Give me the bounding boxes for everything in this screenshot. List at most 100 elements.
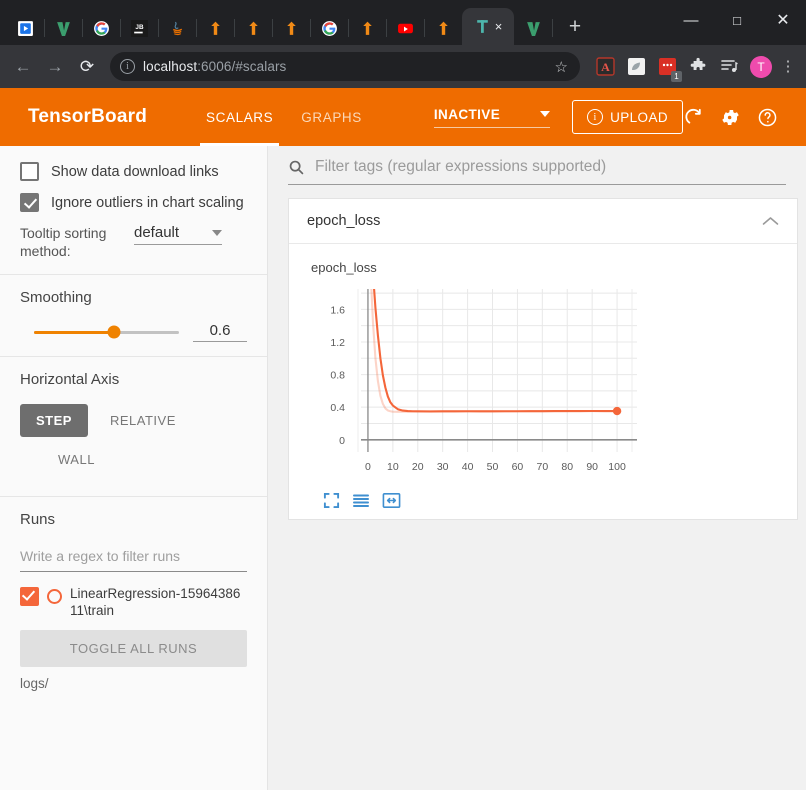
fit-domain-button[interactable] <box>382 492 401 509</box>
axis-option-wall[interactable]: WALL <box>42 443 111 476</box>
epoch-loss-chart[interactable]: 0 0.4 0.8 1.2 1.6 0 10 20 30 40 50 60 70 80 90 100 <box>307 281 647 486</box>
profile-avatar[interactable]: T <box>750 55 772 78</box>
smoothing-slider-fill <box>34 330 114 334</box>
browser-tab-10[interactable] <box>348 11 387 45</box>
svg-text:JB: JB <box>135 24 144 31</box>
smoothing-section: Smoothing 0.6 <box>0 289 267 358</box>
browser-tab-1[interactable] <box>6 11 45 45</box>
browser-tab-4[interactable]: JB <box>120 11 159 45</box>
svg-text:10: 10 <box>387 461 399 473</box>
browser-tab-3[interactable] <box>82 11 121 45</box>
upload-button[interactable]: i UPLOAD <box>572 100 683 134</box>
browser-menu-icon[interactable]: ⋮ <box>778 59 798 74</box>
smoothing-slider-knob[interactable] <box>107 325 121 339</box>
upload-button-label: UPLOAD <box>610 109 668 125</box>
tooltip-sorting-label: Tooltip sorting method: <box>20 225 107 260</box>
browser-tab-9[interactable] <box>310 11 349 45</box>
axis-option-relative[interactable]: RELATIVE <box>94 404 192 437</box>
show-data-download-links-checkbox[interactable] <box>20 162 39 181</box>
tensorboard-icon <box>476 20 488 33</box>
smoothing-value-input[interactable]: 0.6 <box>193 322 247 343</box>
browser-tab-12[interactable] <box>424 11 463 45</box>
back-button[interactable]: ← <box>8 52 38 82</box>
address-bar[interactable]: i localhost:6006/#scalars ☆ <box>110 52 580 81</box>
svg-text:60: 60 <box>512 461 524 473</box>
tooltip-sorting-select[interactable]: default <box>134 224 222 245</box>
svg-text:50: 50 <box>487 461 499 473</box>
tooltip-sorting-value: default <box>134 224 180 241</box>
puzzle-extensions-icon[interactable] <box>686 55 710 79</box>
run-list-item[interactable]: LinearRegression-1596438611\train <box>20 586 247 620</box>
maximize-button[interactable]: □ <box>714 0 760 40</box>
omnibar: ← → ⟳ i localhost:6006/#scalars ☆ A 1 T … <box>0 45 806 88</box>
horizontal-axis-options-2: WALL <box>20 443 247 476</box>
svg-text:0: 0 <box>365 461 371 473</box>
svg-text:90: 90 <box>586 461 598 473</box>
url-path: :6006/#scalars <box>197 59 287 74</box>
scalar-card-header[interactable]: epoch_loss <box>289 199 797 244</box>
axis-option-step[interactable]: STEP <box>20 404 88 438</box>
reload-button[interactable]: ⟳ <box>72 52 102 82</box>
vim-icon <box>56 21 70 36</box>
tab-close-icon[interactable]: × <box>495 20 503 33</box>
inactive-dashboards-select[interactable]: INACTIVE <box>433 107 551 128</box>
url-text: localhost:6006/#scalars <box>143 59 286 74</box>
settings-sidebar: Show data download links Ignore outliers… <box>0 146 268 790</box>
toggle-all-runs-button[interactable]: TOGGLE ALL RUNS <box>20 630 247 668</box>
run-checkbox[interactable] <box>20 587 39 607</box>
leaf-extension-icon[interactable] <box>624 55 648 79</box>
browser-tab-5[interactable] <box>158 11 197 45</box>
logdir-label: logs/ <box>20 676 49 692</box>
ignore-outliers-row[interactable]: Ignore outliers in chart scaling <box>20 193 247 212</box>
forward-button[interactable]: → <box>40 52 70 82</box>
tensorboard-body: Show data download links Ignore outliers… <box>0 146 806 790</box>
vim-icon <box>526 21 540 36</box>
toggle-series-button[interactable] <box>352 492 370 509</box>
red-extension-icon[interactable]: 1 <box>655 55 682 82</box>
expand-chart-button[interactable] <box>323 492 340 509</box>
browser-tab-8[interactable] <box>272 11 311 45</box>
reading-list-icon[interactable] <box>717 55 741 79</box>
help-icon[interactable] <box>757 107 778 128</box>
tab-scalars[interactable]: SCALARS <box>192 88 287 146</box>
chevron-up-icon[interactable] <box>762 214 779 229</box>
upload-arrow-icon <box>438 21 448 35</box>
browser-tab-14[interactable] <box>514 11 553 45</box>
upload-arrow-icon <box>362 21 372 35</box>
settings-gear-icon[interactable] <box>720 107 741 128</box>
refresh-icon[interactable] <box>683 107 704 128</box>
svg-text:A: A <box>601 60 610 74</box>
upload-arrow-icon <box>286 21 296 35</box>
ignore-outliers-label: Ignore outliers in chart scaling <box>51 194 244 211</box>
bookmark-star-icon[interactable]: ☆ <box>555 58 568 76</box>
show-data-download-links-row[interactable]: Show data download links <box>20 162 247 181</box>
minimize-button[interactable]: — <box>668 0 714 40</box>
smoothing-slider[interactable] <box>34 325 179 339</box>
tab-strip: JB × + — □ ✕ <box>0 0 806 45</box>
runs-filter-input[interactable]: Write a regex to filter runs <box>20 544 247 573</box>
browser-tab-active[interactable]: × <box>462 8 514 45</box>
horizontal-axis-options: STEP RELATIVE <box>20 404 247 438</box>
tag-filter-inner[interactable]: Filter tags (regular expressions support… <box>288 158 786 185</box>
scalar-card-body: epoch_loss 0 0.4 0.8 1.2 1.6 0 10 20 30 40 50 60 70 8… <box>289 244 797 519</box>
browser-tab-6[interactable] <box>196 11 235 45</box>
close-window-button[interactable]: ✕ <box>760 0 806 40</box>
tag-filter-input[interactable]: Filter tags (regular expressions support… <box>315 158 606 176</box>
browser-tab-11[interactable] <box>386 11 425 45</box>
ignore-outliers-checkbox[interactable] <box>20 193 39 212</box>
scalar-card-title: epoch_loss <box>307 213 381 229</box>
new-tab-button[interactable]: + <box>560 12 590 42</box>
window-controls: — □ ✕ <box>668 0 806 40</box>
extension-badge: 1 <box>671 70 682 82</box>
google-icon <box>93 20 109 36</box>
url-host: localhost <box>143 59 198 74</box>
svg-text:0.4: 0.4 <box>330 402 345 414</box>
browser-tab-2[interactable] <box>44 11 83 45</box>
chart-button-group <box>323 492 797 509</box>
browser-tab-7[interactable] <box>234 11 273 45</box>
svg-text:30: 30 <box>437 461 449 473</box>
site-info-icon[interactable]: i <box>120 59 135 74</box>
acrobat-extension-icon[interactable]: A <box>593 55 617 79</box>
smoothing-control: 0.6 <box>20 322 247 343</box>
tab-graphs[interactable]: GRAPHS <box>287 88 376 146</box>
